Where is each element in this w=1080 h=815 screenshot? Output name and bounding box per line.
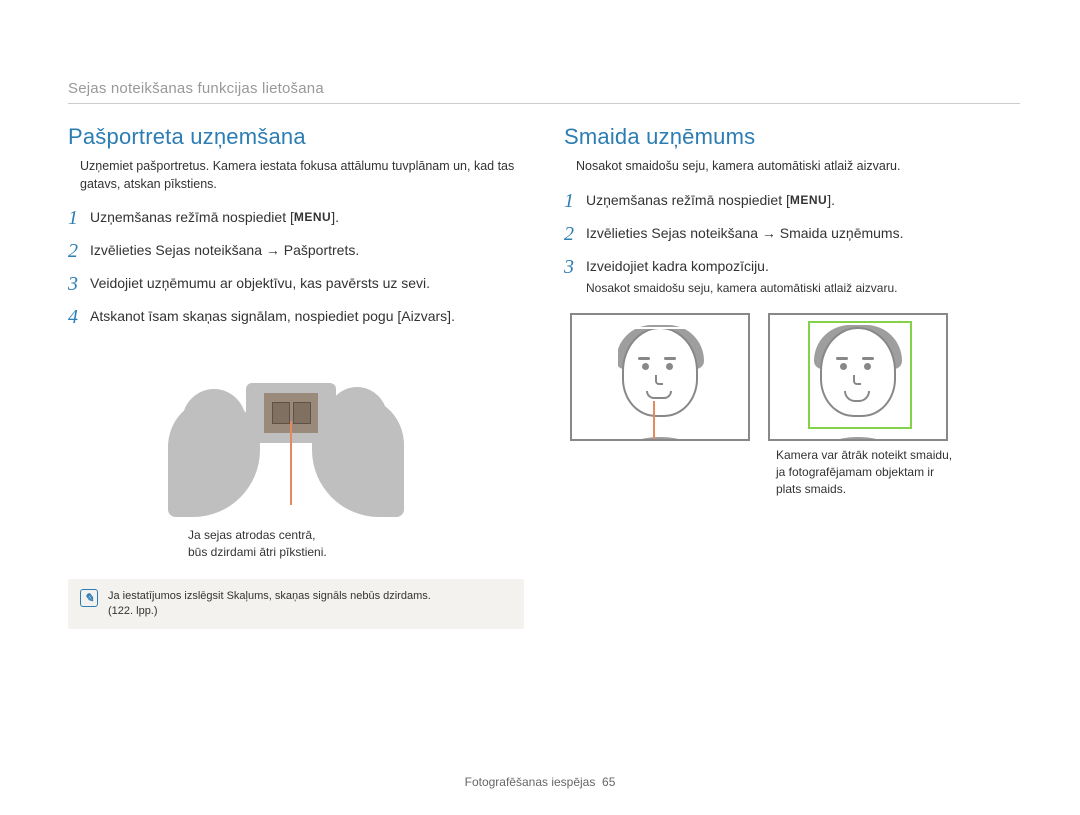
preview-frame-smile [768,313,948,441]
step-number: 3 [68,273,90,296]
callout-line [290,421,292,505]
step-text: Izvēlieties Sejas noteikšana → Pašportre… [90,240,524,260]
smile-shot-intro: Nosakot smaidošu seju, kamera automātisk… [564,158,1020,176]
step-1: 1 Uzņemšanas režīmā nospiediet [MENU]. [564,190,1020,213]
step-3: 3 Veidojiet uzņēmumu ar objektīvu, kas p… [68,273,524,296]
figure-caption: Ja sejas atrodas centrā, [188,527,524,544]
self-portrait-figure [168,347,408,517]
step-text: ]. [827,192,835,208]
figure-caption: plats smaids. [776,481,1020,498]
footer-page: 65 [602,775,615,789]
step-text: Veidojiet uzņēmumu ar objektīvu, kas pav… [90,273,524,293]
menu-icon: MENU [294,209,331,226]
smile-shot-figure [570,313,1020,441]
note-text: (122. lpp.) [108,604,431,619]
preview-frame-neutral [570,313,750,441]
step-number: 1 [68,207,90,230]
step-3: 3 Izveidojiet kadra kompozīciju. Nosakot… [564,256,1020,297]
step-2: 2 Izvēlieties Sejas noteikšana → Smaida … [564,223,1020,246]
figure-caption: Kamera var ātrāk noteikt smaidu, [776,447,1020,464]
footer-section: Fotografēšanas iespējas [465,775,596,789]
face-detect-box [808,321,912,429]
breadcrumb: Sejas noteikšanas funkcijas lietošana [68,80,1020,104]
step-text: Uzņemšanas režīmā nospiediet [ [586,192,790,208]
step-1: 1 Uzņemšanas režīmā nospiediet [MENU]. [68,207,524,230]
step-4: 4 Atskanot īsam skaņas signālam, nospied… [68,306,524,329]
step-text: Atskanot īsam skaņas signālam, nospiedie… [90,306,524,326]
step-number: 4 [68,306,90,329]
step-text: Izveidojiet kadra kompozīciju. [586,258,769,274]
step-2: 2 Izvēlieties Sejas noteikšana → Pašport… [68,240,524,263]
page-footer: Fotografēšanas iespējas 65 [0,775,1080,789]
figure-caption: būs dzirdami ātri pīkstieni. [188,544,524,561]
smile-shot-title: Smaida uzņēmums [564,124,1020,150]
step-text: Uzņemšanas režīmā nospiediet [ [90,209,294,225]
figure-caption: ja fotografējamam objektam ir [776,464,1020,481]
callout-line [653,401,655,441]
step-text: ]. [331,209,339,225]
step-number: 3 [564,256,586,279]
step-subtext: Nosakot smaidošu seju, kamera automātisk… [586,280,1020,297]
step-number: 1 [564,190,586,213]
menu-icon: MENU [790,192,827,209]
info-note: ✎ Ja iestatījumos izslēgsit Skaļums, ska… [68,579,524,630]
self-portrait-intro: Uzņemiet pašportretus. Kamera iestata fo… [68,158,524,193]
step-text: Izvēlieties Sejas noteikšana → Smaida uz… [586,223,1020,243]
self-portrait-title: Pašportreta uzņemšana [68,124,524,150]
note-text: Ja iestatījumos izslēgsit Skaļums, skaņa… [108,589,431,604]
face-detect-box [616,327,708,425]
info-icon: ✎ [80,589,98,607]
step-number: 2 [68,240,90,263]
step-number: 2 [564,223,586,246]
